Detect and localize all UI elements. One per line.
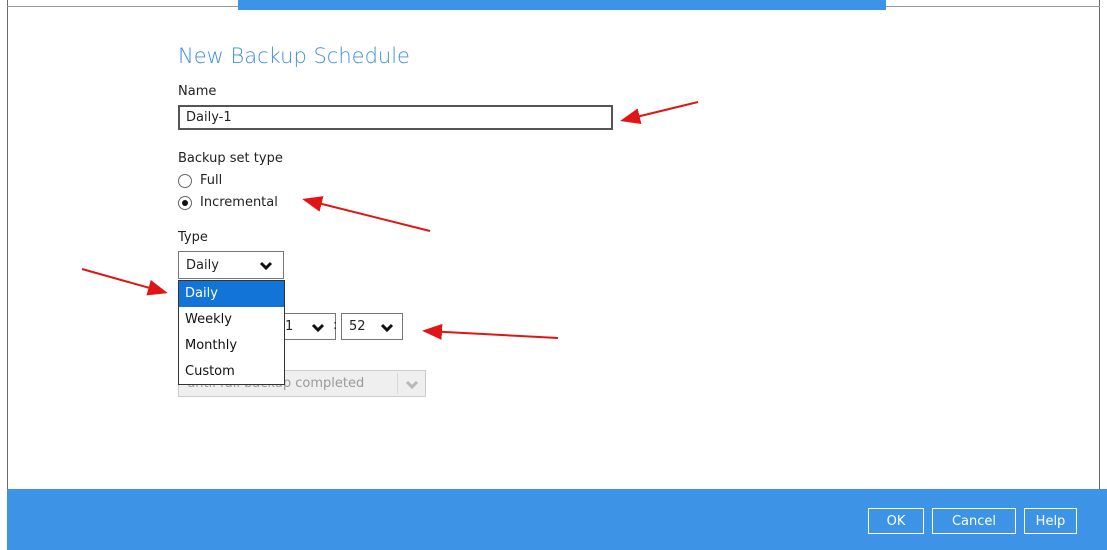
arrow-to-type-dropdown-icon [81, 268, 168, 296]
annotation-arrows [81, 101, 699, 340]
arrow-to-time-icon [422, 323, 559, 340]
arrow-to-name-icon [620, 101, 699, 124]
arrow-to-incremental-icon [302, 196, 431, 232]
